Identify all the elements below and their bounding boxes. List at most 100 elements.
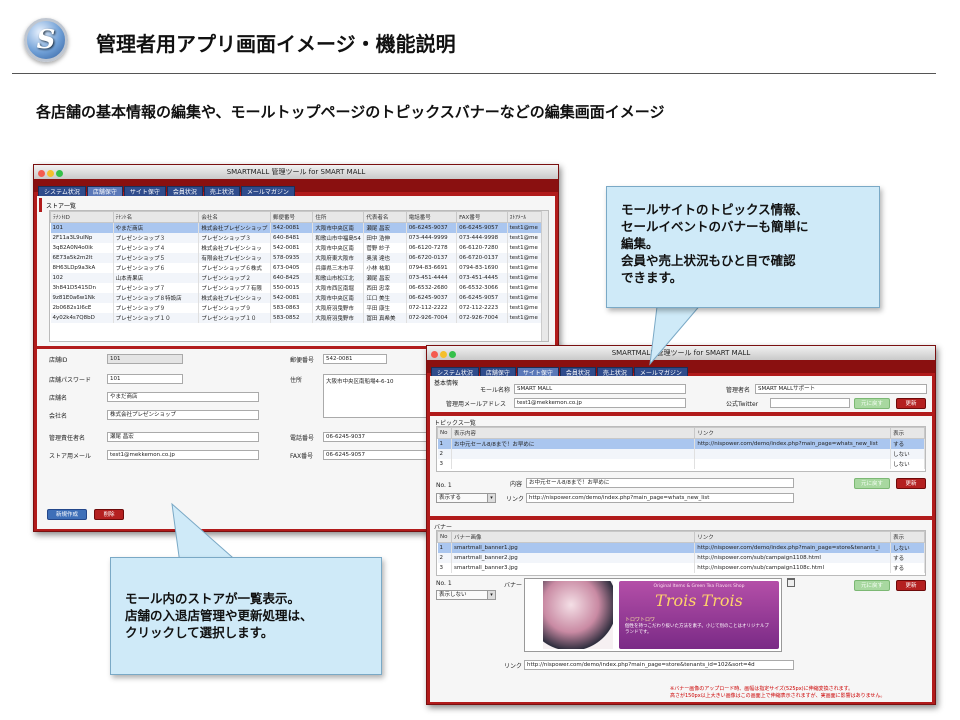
store-row[interactable]: 102 山本青果店 プレゼンショップ２ 640-8425 和歌山市松江北 瀬尾 昌宏 073… bbox=[50, 272, 548, 283]
zip-field[interactable]: 542-0081 bbox=[323, 354, 387, 364]
column-header[interactable]: ﾃﾅﾝﾄ名 bbox=[112, 211, 200, 223]
banner-link-field[interactable]: http://nispower.com/demo/index.php?main_… bbox=[524, 660, 794, 670]
store-row[interactable]: 3q82A0N4o0ik プレゼンショップ４ 株式会社プレゼンショッ 542-0081… bbox=[50, 242, 548, 253]
address-field[interactable]: 大阪市中央区南船場4-6-10 bbox=[323, 374, 431, 418]
topics-panel: トピックス一覧 No 表示内容 リンク 表示 1 お中元セール8/8まで！お早めに http… bbox=[430, 416, 932, 516]
table-cell: 073-451-4444 bbox=[406, 272, 458, 283]
banner-row[interactable]: 1 smartmall_banner1.jpg http://nispower.co… bbox=[437, 542, 925, 553]
table-cell: プレゼンショップ８特設店 bbox=[113, 292, 200, 303]
store-row[interactable]: 3h841D5415Dn プレゼンショップ７ プレゼンショップ７有限 550-0015… bbox=[50, 282, 548, 293]
table-cell: プレゼンショップ３ bbox=[198, 232, 271, 243]
column-header[interactable]: リンク bbox=[694, 531, 892, 543]
table-cell: 06-6245-9057 bbox=[456, 292, 508, 303]
banner-update-button[interactable]: 更新 bbox=[896, 580, 926, 591]
column-header[interactable]: 表示 bbox=[890, 531, 925, 543]
column-header[interactable]: 代表者名 bbox=[363, 211, 407, 223]
table-cell: お中元セール8/8まで！お早めに bbox=[451, 438, 696, 449]
store-row[interactable]: 8H63LDp9a3kA プレゼンショップ６ プレゼンショップ６株式 673-0405… bbox=[50, 262, 548, 273]
table-cell: 583-0852 bbox=[270, 312, 314, 323]
banner-display-select[interactable]: 表示しない ▾ bbox=[436, 590, 496, 600]
topic-display-select[interactable]: 表示する ▾ bbox=[436, 493, 496, 503]
banner-row[interactable]: 2 smartmall_banner2.jpg http://nispower.co… bbox=[437, 552, 925, 563]
table-cell: 06-6720-0137 bbox=[406, 252, 458, 263]
window-title: SMARTMALL 管理ツール for SMART MALL bbox=[226, 168, 366, 176]
topic-link-label: リンク bbox=[506, 496, 525, 503]
table-cell: smartmall_banner2.jpg bbox=[451, 552, 696, 563]
table-cell: 06-6245-9037 bbox=[406, 222, 458, 233]
table-cell bbox=[451, 458, 696, 469]
tab-bar: システム状況 店舗保守 サイト保守 会員状況 売上状況 メールマガジン bbox=[34, 179, 558, 198]
table-cell: 550-0015 bbox=[270, 282, 314, 293]
callout-line: モール内のストアが一覧表示。 bbox=[125, 591, 301, 606]
store-row[interactable]: 2F11a3L9uINp プレゼンショップ３ プレゼンショップ３ 640-8481 和歌… bbox=[50, 232, 548, 243]
column-header[interactable]: リンク bbox=[694, 427, 892, 439]
column-header[interactable]: 会社名 bbox=[198, 211, 271, 223]
close-dot-icon[interactable] bbox=[38, 170, 45, 177]
close-dot-icon[interactable] bbox=[431, 351, 438, 358]
table-cell: 9z81E0a6w1Nk bbox=[50, 292, 114, 303]
delete-store-button[interactable]: 削除 bbox=[94, 509, 124, 520]
basic-info-panel: 基本情報 モール名称 SMART MALL 管理用メールアドレス test1@m… bbox=[430, 376, 932, 412]
basic-update-button[interactable]: 更新 bbox=[896, 398, 926, 409]
tel-label: 電話番号 bbox=[290, 435, 315, 442]
admin-mail-field[interactable]: test1@mekkemon.co.jp bbox=[514, 398, 686, 408]
store-row[interactable]: 6E73a5k2m2lt プレゼンショップ５ 有限会社プレゼンショッ 578-0935… bbox=[50, 252, 548, 263]
company-field[interactable]: 株式会社プレゼンショップ bbox=[107, 410, 259, 420]
trash-icon[interactable] bbox=[787, 578, 795, 587]
store-name-field[interactable]: やまだ商店 bbox=[107, 392, 259, 402]
topic-row[interactable]: 1 お中元セール8/8まで！お早めに http://nispower.com/dem… bbox=[437, 438, 925, 449]
topic-update-button[interactable]: 更新 bbox=[896, 478, 926, 489]
column-header[interactable]: 電話番号 bbox=[405, 211, 458, 223]
store-list-scrollbar[interactable] bbox=[541, 211, 548, 341]
column-header[interactable]: 表示 bbox=[890, 427, 925, 439]
store-mail-field[interactable]: test1@mekkemon.co.jp bbox=[107, 450, 259, 460]
table-cell: 瀬尾 昌宏 bbox=[363, 222, 407, 233]
minimize-dot-icon[interactable] bbox=[47, 170, 54, 177]
column-header[interactable]: 郵便番号 bbox=[269, 211, 314, 223]
table-cell: 株式会社プレゼンショップ bbox=[198, 222, 271, 233]
minimize-dot-icon[interactable] bbox=[440, 351, 447, 358]
zoom-dot-icon[interactable] bbox=[449, 351, 456, 358]
banner-table: No バナー画像 リンク 表示 1 smartmall_banner1.jpg http:/… bbox=[436, 530, 926, 576]
banner-revert-button[interactable]: 元に戻す bbox=[854, 580, 890, 591]
manager-field[interactable]: 瀬尾 昌宏 bbox=[107, 432, 259, 442]
table-cell: 和歌山市中福島54 bbox=[312, 232, 365, 243]
store-password-field[interactable]: 101 bbox=[107, 374, 183, 384]
column-header[interactable]: No bbox=[437, 531, 452, 543]
table-cell: 101 bbox=[50, 222, 114, 233]
topic-row[interactable]: 3 しない bbox=[437, 458, 925, 469]
banner-note-1: ※バナー画像のアップロード時、画幅は指定サイズ(525px)に伸縮変換されます。 bbox=[670, 686, 854, 692]
admin-name-field[interactable]: SMART MALLサポート bbox=[755, 384, 927, 394]
zoom-dot-icon[interactable] bbox=[56, 170, 63, 177]
banner-ad-brand: Trois Trois bbox=[655, 591, 743, 610]
tel-field[interactable]: 06-6245-9037 bbox=[323, 432, 431, 442]
banner-number: No. 1 bbox=[436, 580, 452, 587]
mall-name-field[interactable]: SMART MALL bbox=[514, 384, 686, 394]
banner-row[interactable]: 3 smartmall_banner3.jpg http://nispower.co… bbox=[437, 562, 925, 573]
callout-line: 店舗の入退店管理や更新処理は、 bbox=[125, 608, 313, 623]
table-cell: 640-8425 bbox=[270, 272, 314, 283]
column-header[interactable]: バナー画像 bbox=[450, 531, 696, 543]
store-row[interactable]: 101 やまだ商店 株式会社プレゼンショップ 542-0081 大阪市中央区南 瀬尾 昌宏… bbox=[50, 222, 548, 233]
column-header[interactable]: 住所 bbox=[312, 211, 365, 223]
fax-field[interactable]: 06-6245-9057 bbox=[323, 450, 431, 460]
table-cell: 0794-83-1690 bbox=[456, 262, 508, 273]
table-cell: 大阪府東大阪市 bbox=[312, 252, 365, 263]
table-cell: プレゼンショップ４ bbox=[113, 242, 200, 253]
column-header[interactable]: 表示内容 bbox=[450, 427, 696, 439]
column-header[interactable]: ﾃﾅﾝﾄID bbox=[50, 211, 114, 223]
column-header[interactable]: FAX番号 bbox=[456, 211, 508, 223]
topic-link-field[interactable]: http://nispower.com/demo/index.php?main_… bbox=[526, 493, 794, 503]
topic-content-field[interactable]: お中元セール8/8まで！お早めに bbox=[526, 478, 794, 488]
topic-row[interactable]: 2 しない bbox=[437, 448, 925, 459]
basic-revert-button[interactable]: 元に戻す bbox=[854, 398, 890, 409]
store-row[interactable]: 4y02k4s7Q8bD プレゼンショップ１０ プレゼンショップ１０ 583-0852… bbox=[50, 312, 548, 323]
new-store-button[interactable]: 新規作成 bbox=[47, 509, 87, 520]
table-cell: 073-451-4445 bbox=[456, 272, 508, 283]
store-row[interactable]: 2b0682s1l6cE プレゼンショップ９ プレゼンショップ９ 583-0863 大阪… bbox=[50, 302, 548, 313]
store-row[interactable]: 9z81E0a6w1Nk プレゼンショップ８特設店 株式会社プレゼンショッ 542-0… bbox=[50, 292, 548, 303]
topic-revert-button[interactable]: 元に戻す bbox=[854, 478, 890, 489]
twitter-field[interactable] bbox=[770, 398, 850, 408]
column-header[interactable]: No bbox=[437, 427, 452, 439]
table-cell: 542-0081 bbox=[270, 242, 314, 253]
